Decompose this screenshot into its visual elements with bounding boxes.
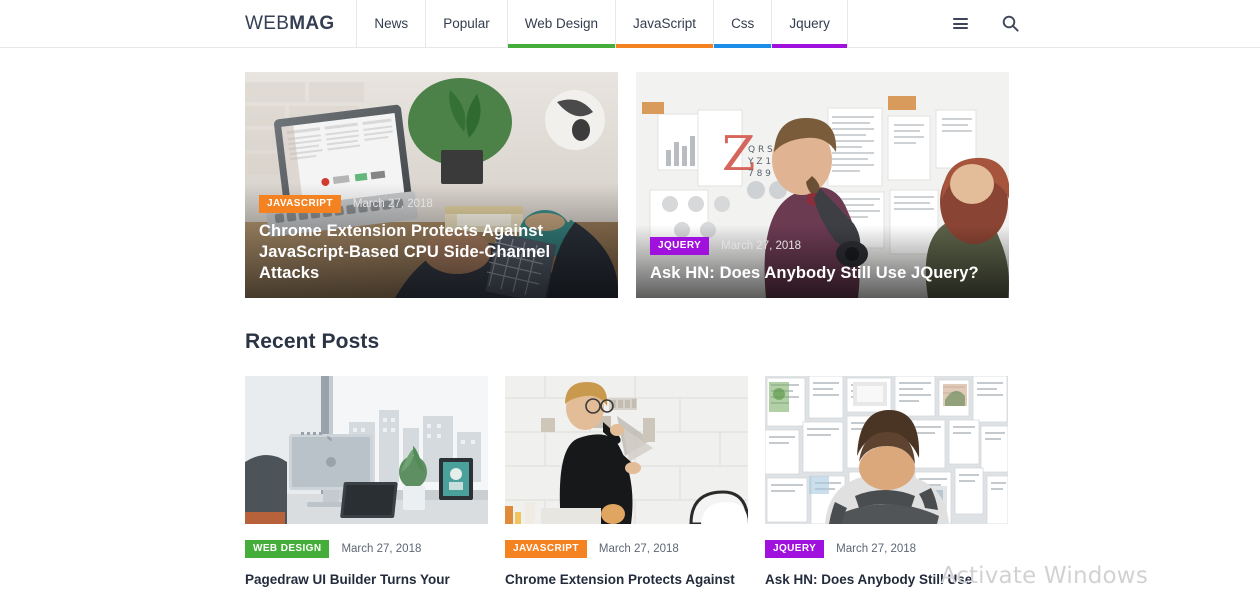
- post-thumbnail[interactable]: [245, 376, 488, 524]
- post-card[interactable]: JQUERY March 27, 2018 Ask HN: Does Anybo…: [765, 376, 1008, 593]
- post-card[interactable]: JAVASCRIPT March 27, 2018 Chrome Extensi…: [505, 376, 748, 593]
- category-badge[interactable]: JQUERY: [765, 540, 825, 558]
- svg-text:Q R S: Q R S: [748, 145, 773, 155]
- post-date: March 27, 2018: [341, 543, 422, 555]
- post-date: March 27, 2018: [836, 543, 917, 555]
- logo-text-bold: MAG: [289, 12, 335, 34]
- site-logo[interactable]: WEB MAG: [245, 0, 356, 47]
- nav-item-label: Css: [731, 16, 755, 31]
- nav-item-jquery[interactable]: Jquery: [772, 0, 848, 48]
- post-title[interactable]: Chrome Extension Protects Against JavaSc…: [505, 570, 748, 593]
- category-badge[interactable]: JQUERY: [650, 236, 710, 255]
- nav-underline-css: [714, 44, 772, 48]
- featured-post-title[interactable]: Ask HN: Does Anybody Still Use JQuery?: [650, 263, 995, 284]
- post-card[interactable]: WEB DESIGN March 27, 2018 Pagedraw UI Bu…: [245, 376, 488, 593]
- recent-posts-grid: WEB DESIGN March 27, 2018 Pagedraw UI Bu…: [245, 376, 1015, 593]
- post-meta: JQUERY March 27, 2018: [765, 540, 1008, 558]
- post-thumbnail[interactable]: [765, 376, 1008, 524]
- nav-item-javascript[interactable]: JavaScript: [616, 0, 715, 48]
- site-header: WEB MAG News Popular Web Design JavaScrip…: [0, 0, 1260, 48]
- nav-item-label: News: [374, 16, 409, 31]
- nav-underline-web-design: [507, 44, 616, 48]
- post-meta: JAVASCRIPT March 27, 2018: [505, 540, 748, 558]
- logo-text-light: WEB: [245, 12, 290, 34]
- post-thumbnail[interactable]: [505, 376, 748, 524]
- search-icon[interactable]: [1000, 14, 1020, 34]
- nav-item-news[interactable]: News: [357, 0, 427, 47]
- featured-post-title[interactable]: Chrome Extension Protects Against JavaSc…: [259, 221, 604, 284]
- nav-item-label: Web Design: [524, 16, 599, 31]
- post-title[interactable]: Pagedraw UI Builder Turns Your Website D…: [245, 570, 488, 593]
- hamburger-menu-icon[interactable]: [950, 14, 970, 34]
- nav-item-popular[interactable]: Popular: [426, 0, 508, 47]
- featured-post-card[interactable]: Z Q R S Y Z 1 7 8 9 JQUERY March 27, 201…: [636, 72, 1009, 298]
- featured-post-meta: JQUERY March 27, 2018: [650, 236, 995, 255]
- featured-post-card[interactable]: JAVASCRIPT March 27, 2018 Chrome Extensi…: [245, 72, 618, 298]
- post-meta: WEB DESIGN March 27, 2018: [245, 540, 488, 558]
- nav-underline-jquery: [772, 44, 847, 48]
- category-badge[interactable]: WEB DESIGN: [245, 540, 330, 558]
- header-tools: [950, 0, 1020, 47]
- post-title[interactable]: Ask HN: Does Anybody Still Use JQuery?: [765, 570, 1008, 593]
- category-badge[interactable]: JAVASCRIPT: [259, 194, 341, 213]
- nav-item-label: JavaScript: [633, 16, 697, 31]
- featured-post-overlay: JAVASCRIPT March 27, 2018 Chrome Extensi…: [245, 182, 618, 298]
- category-badge[interactable]: JAVASCRIPT: [505, 540, 587, 558]
- featured-post-overlay: JQUERY March 27, 2018 Ask HN: Does Anybo…: [636, 224, 1009, 298]
- featured-post-meta: JAVASCRIPT March 27, 2018: [259, 194, 604, 213]
- post-date: March 27, 2018: [598, 543, 679, 555]
- nav-item-web-design[interactable]: Web Design: [507, 0, 617, 48]
- nav-item-label: Jquery: [789, 16, 830, 31]
- nav-item-css[interactable]: Css: [714, 0, 773, 48]
- svg-text:7 8 9: 7 8 9: [748, 169, 771, 179]
- post-date: March 27, 2018: [721, 239, 802, 252]
- svg-text:Y Z 1: Y Z 1: [747, 157, 771, 167]
- nav-item-label: Popular: [443, 16, 490, 31]
- section-title-recent-posts: Recent Posts: [245, 330, 380, 353]
- page-content: JAVASCRIPT March 27, 2018 Chrome Extensi…: [0, 72, 1260, 593]
- post-date: March 27, 2018: [352, 197, 433, 210]
- nav-underline-javascript: [616, 44, 714, 48]
- featured-posts-row: JAVASCRIPT March 27, 2018 Chrome Extensi…: [245, 72, 1015, 298]
- main-navigation: News Popular Web Design JavaScript Css J…: [356, 0, 848, 48]
